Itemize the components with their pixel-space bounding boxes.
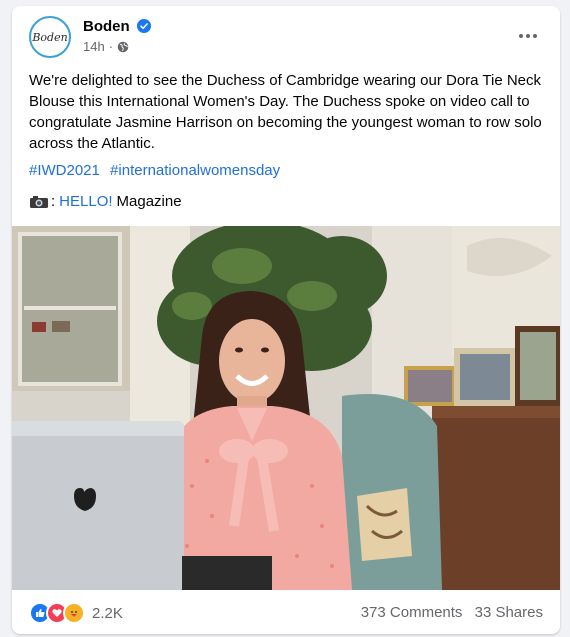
post-card: Boden Boden 14h · We're delighted to see…: [12, 6, 560, 634]
verified-badge-icon: [137, 19, 151, 33]
page-name[interactable]: Boden: [83, 18, 130, 35]
post-time[interactable]: 14h: [83, 39, 105, 54]
post-header: Boden Boden 14h ·: [29, 16, 548, 60]
page-avatar[interactable]: Boden: [29, 16, 71, 58]
care-reaction-icon: [63, 602, 85, 624]
post-meta: 14h ·: [83, 39, 129, 54]
meta-separator: ·: [108, 39, 114, 54]
hashtag-link[interactable]: #IWD2021: [29, 162, 100, 179]
credit-prefix: :: [51, 193, 56, 210]
avatar-logo-text: Boden: [32, 30, 68, 44]
photo-illustration: [12, 226, 560, 590]
comments-count[interactable]: 373 Comments: [361, 604, 463, 621]
reaction-count[interactable]: 2.2K: [92, 605, 123, 622]
credit-suffix: Magazine: [116, 193, 182, 210]
hashtag-link[interactable]: #internationalwomensday: [110, 162, 280, 179]
photo-credit: : HELLO! Magazine: [29, 193, 182, 210]
post-photo[interactable]: [12, 226, 560, 590]
shares-count[interactable]: 33 Shares: [475, 604, 543, 621]
globe-icon: [117, 41, 129, 52]
camera-icon: [30, 195, 48, 208]
engagement-stats: 373 Comments 33 Shares: [353, 604, 543, 621]
post-text: We're delighted to see the Duchess of Ca…: [29, 72, 542, 152]
more-options-icon[interactable]: [514, 22, 542, 50]
credit-link[interactable]: HELLO!: [59, 193, 112, 210]
reaction-summary[interactable]: 2.2K: [29, 602, 123, 624]
hashtags: #IWD2021 #internationalwomensday: [29, 162, 286, 179]
